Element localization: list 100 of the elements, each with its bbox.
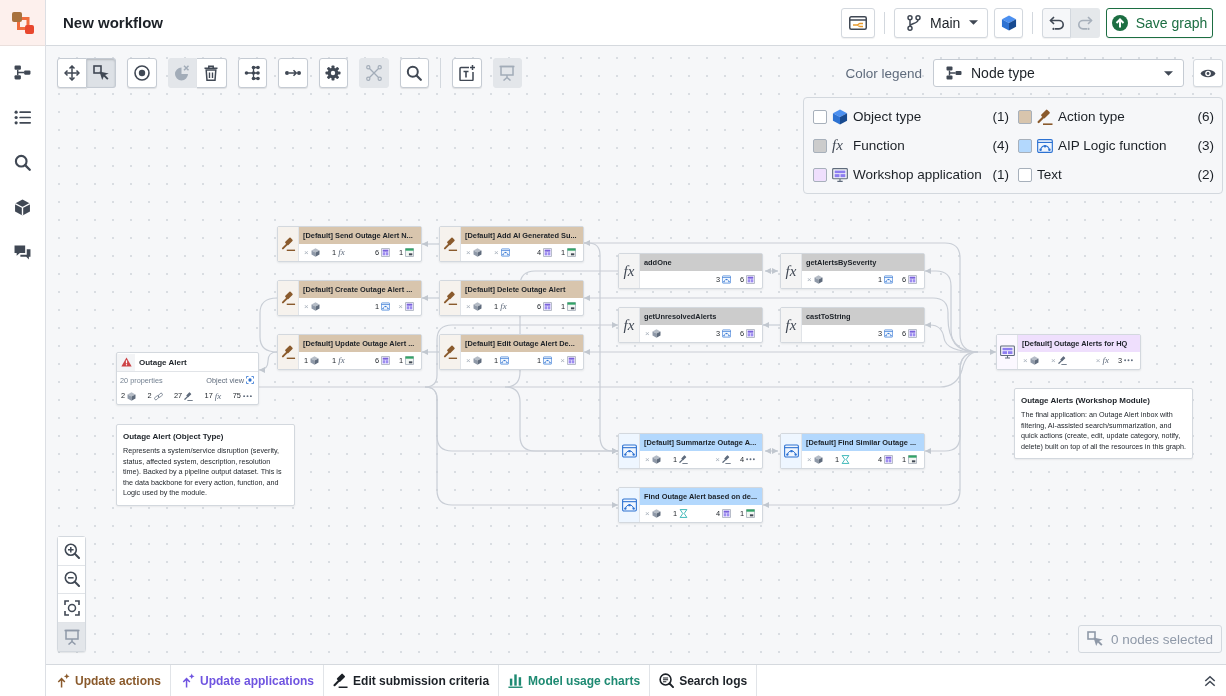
settings-button[interactable]: [318, 58, 348, 88]
warning-icon: [120, 357, 132, 367]
network-icon: [365, 65, 382, 81]
fx-icon: fx: [623, 317, 635, 333]
cube-icon: [127, 391, 137, 401]
search-icon: [406, 65, 423, 81]
layout-icon: [908, 329, 917, 338]
node-title: Outage Alert: [139, 357, 187, 367]
cube-button[interactable]: [994, 7, 1023, 38]
legend-item-label: Action type: [1058, 109, 1125, 124]
note-card[interactable]: [1014, 388, 1193, 460]
undo-button[interactable]: [1042, 7, 1071, 38]
caret-icon: [1164, 70, 1173, 76]
zoom-in-button[interactable]: [58, 537, 85, 566]
layout-icon: [832, 166, 848, 183]
visibility-button[interactable]: [1193, 59, 1223, 87]
layout-icon: [543, 248, 552, 257]
cube-icon[interactable]: [14, 199, 31, 216]
stat-count: ×: [494, 248, 499, 257]
cube-icon: [813, 275, 823, 284]
legend-count: (3): [1197, 138, 1214, 153]
layout-icon: [999, 345, 1015, 359]
gavel-icon: [722, 455, 731, 464]
focus-button[interactable]: [127, 58, 157, 88]
select-icon: [1086, 631, 1103, 647]
fx-icon: fx: [623, 263, 635, 279]
link-icon: [153, 391, 163, 401]
save-button[interactable]: Save graph: [1106, 7, 1213, 38]
stat-count: ×: [807, 455, 812, 464]
delete-button[interactable]: [197, 58, 227, 88]
stat-count: ×: [807, 275, 812, 284]
search-icon[interactable]: [14, 154, 31, 171]
layout-icon: [381, 248, 390, 257]
fx-icon: fx: [785, 317, 797, 333]
gavel-icon: [679, 455, 689, 464]
window-icon: [405, 356, 414, 365]
curve-window-icon: [500, 248, 510, 257]
cube-icon: [651, 509, 661, 518]
layout-icon: [381, 356, 390, 365]
fx-icon: fx: [785, 263, 797, 279]
cube-icon: [472, 356, 482, 365]
note-card[interactable]: [116, 424, 295, 506]
gavel-icon: [280, 345, 296, 359]
gavel-icon: [184, 391, 194, 401]
focus-icon: [246, 376, 254, 384]
chevrons-up-icon[interactable]: [1204, 674, 1216, 687]
curve-window-icon: [621, 498, 637, 512]
move-icon: [63, 65, 80, 81]
cube-icon: [651, 329, 661, 338]
search-button[interactable]: [399, 58, 429, 88]
curve-window-icon: [783, 444, 799, 458]
stat-count: ×: [645, 455, 650, 464]
panel-icon: [849, 14, 867, 31]
zoom-out-icon: [63, 571, 80, 588]
fx-icon: fx: [832, 138, 848, 153]
legend-item-label: Object type: [853, 109, 922, 124]
legend-item-label: Function: [853, 138, 905, 153]
legend-item-label: Workshop application: [853, 167, 982, 182]
stat-count: ×: [304, 302, 309, 311]
stat-count: ×: [466, 248, 471, 257]
panel-button[interactable]: [841, 7, 875, 38]
cube-icon: [472, 302, 482, 311]
select-tool-button[interactable]: [86, 58, 116, 88]
curve-window-icon: [621, 444, 637, 458]
tree-button[interactable]: [237, 58, 267, 88]
curve-window-icon: [884, 275, 893, 284]
cube-icon: [832, 108, 848, 125]
target-icon: [133, 65, 150, 81]
curve-window-icon: [500, 356, 510, 365]
legend-count: (4): [992, 138, 1009, 153]
stat-count: ×: [1051, 356, 1056, 365]
arrow-up-icon: [55, 673, 70, 688]
list-icon[interactable]: [14, 109, 31, 126]
more-icon: [746, 458, 755, 461]
app-logo-icon[interactable]: [10, 10, 35, 35]
window-icon: [908, 455, 917, 464]
gavel-icon: [442, 237, 458, 251]
branch-dropdown[interactable]: Main: [894, 7, 988, 38]
redo-icon: [1077, 14, 1093, 31]
chain-button[interactable]: [278, 58, 308, 88]
fit-icon: [63, 599, 80, 616]
stat-count: ×: [645, 509, 650, 518]
legend-label: Color legend: [845, 65, 922, 81]
caret-icon: [969, 20, 979, 25]
settings-icon: [325, 65, 342, 81]
stat-count: ×: [1023, 356, 1028, 365]
fx-icon: fx: [338, 248, 345, 257]
tree-icon: [244, 65, 261, 81]
layout-icon: [405, 302, 414, 311]
chat-icon[interactable]: [14, 244, 31, 261]
branch-icon: [907, 14, 921, 31]
color-legend-select[interactable]: Node type: [933, 59, 1184, 87]
hierarchy-icon[interactable]: [14, 64, 31, 81]
gavel-icon: [333, 673, 349, 688]
fit-view-button[interactable]: [58, 594, 85, 623]
stat-count: ×: [398, 302, 403, 311]
move-tool-button[interactable]: [57, 58, 87, 88]
add-text-button[interactable]: [452, 58, 482, 88]
curve-window-icon: [543, 356, 552, 365]
zoom-out-button[interactable]: [58, 565, 85, 594]
